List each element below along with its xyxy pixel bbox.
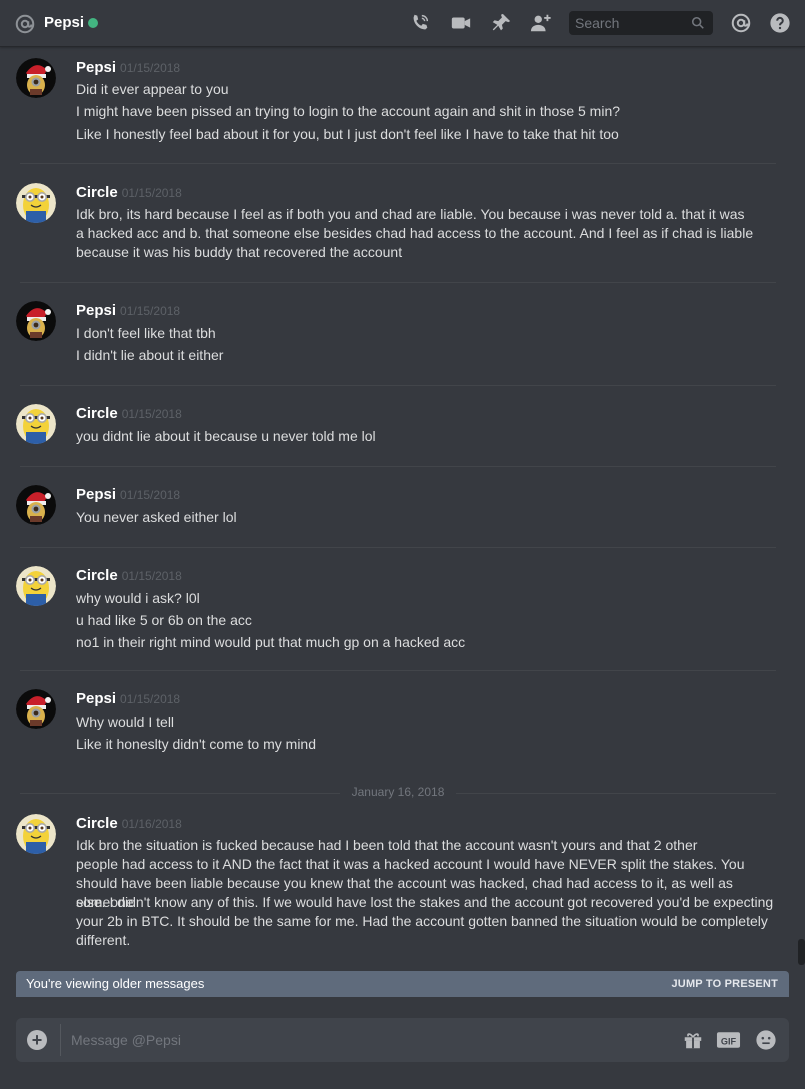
message-line: your 2b in BTC. It should be the same fo… bbox=[76, 913, 768, 929]
dm-recipient-name: Pepsi bbox=[44, 14, 85, 31]
message-separator bbox=[20, 163, 776, 164]
message-timestamp: 01/15/2018 bbox=[121, 569, 182, 583]
online-status-icon bbox=[88, 18, 98, 28]
date-divider-label: January 16, 2018 bbox=[351, 785, 445, 799]
message-author[interactable]: Circle 01/15/2018 bbox=[76, 566, 182, 586]
message-line: you didnt lie about it because u never t… bbox=[76, 428, 376, 444]
message-author[interactable]: Pepsi 01/15/2018 bbox=[76, 485, 180, 505]
minion-avatar-icon bbox=[16, 566, 56, 606]
avatar[interactable] bbox=[16, 183, 56, 223]
message-line: Did it ever appear to you bbox=[76, 81, 229, 97]
avatar[interactable] bbox=[16, 689, 56, 729]
message-timestamp: 01/15/2018 bbox=[121, 186, 182, 200]
message-line: I don't feel like that tbh bbox=[76, 325, 216, 341]
jump-to-present-button[interactable]: JUMP TO PRESENT bbox=[671, 978, 778, 990]
message-timestamp: 01/15/2018 bbox=[120, 304, 181, 318]
minion-avatar-icon bbox=[16, 404, 56, 444]
message-separator bbox=[20, 385, 776, 386]
emoji-icon[interactable] bbox=[755, 1029, 777, 1051]
message-timestamp: 01/16/2018 bbox=[121, 817, 182, 831]
pinned-messages-icon[interactable] bbox=[490, 12, 512, 34]
voice-call-icon[interactable] bbox=[409, 12, 431, 34]
svg-text:GIF: GIF bbox=[721, 1036, 737, 1046]
avatar[interactable] bbox=[16, 485, 56, 525]
message-timestamp: 01/15/2018 bbox=[120, 692, 181, 706]
pepsi-avatar-icon bbox=[16, 301, 56, 341]
message-line: else. I didn't know any of this. If we w… bbox=[76, 894, 774, 910]
upload-plus-icon[interactable]: + bbox=[27, 1030, 47, 1050]
message-author[interactable]: Circle 01/15/2018 bbox=[76, 404, 182, 424]
message-separator bbox=[20, 670, 776, 671]
gift-icon[interactable] bbox=[682, 1029, 704, 1051]
message-composer: + GIF bbox=[16, 1018, 789, 1062]
message-line: why would i ask? l0l bbox=[76, 590, 200, 606]
scrollbar-thumb[interactable] bbox=[798, 939, 805, 965]
message-line: different. bbox=[76, 932, 131, 948]
message-separator bbox=[20, 466, 776, 467]
message-line: Like it honeslty didn't come to my mind bbox=[76, 736, 317, 752]
search-input[interactable] bbox=[569, 11, 689, 35]
channel-header: Pepsi bbox=[0, 0, 805, 47]
video-call-icon[interactable] bbox=[450, 12, 472, 34]
avatar[interactable] bbox=[16, 58, 56, 98]
at-sign-icon bbox=[15, 14, 35, 34]
pepsi-avatar-icon bbox=[16, 58, 56, 98]
pepsi-avatar-icon bbox=[16, 485, 56, 525]
message-author[interactable]: Pepsi 01/15/2018 bbox=[76, 301, 180, 321]
composer-divider bbox=[60, 1024, 61, 1056]
message-line: Idk bro the situation is fucked because … bbox=[76, 837, 698, 853]
message-author[interactable]: Pepsi 01/15/2018 bbox=[76, 58, 180, 78]
message-line: a hacked acc and b. that someone else be… bbox=[76, 225, 754, 241]
message-line: no1 in their right mind would put that m… bbox=[76, 634, 466, 650]
message-line: I might have been pissed an trying to lo… bbox=[76, 103, 621, 119]
message-separator bbox=[20, 547, 776, 548]
help-icon[interactable] bbox=[769, 12, 791, 34]
message-timestamp: 01/15/2018 bbox=[121, 407, 182, 421]
message-list[interactable]: Pepsi 01/15/2018 Did it ever appear to yo… bbox=[0, 48, 805, 970]
message-line: people had access to it AND the fact tha… bbox=[76, 856, 745, 872]
message-author[interactable]: Circle 01/16/2018 bbox=[76, 814, 182, 834]
minion-avatar-icon bbox=[16, 814, 56, 854]
message-timestamp: 01/15/2018 bbox=[120, 488, 181, 502]
avatar[interactable] bbox=[16, 566, 56, 606]
add-friend-icon[interactable] bbox=[530, 12, 552, 34]
date-divider: January 16, 2018 bbox=[20, 784, 776, 804]
message-timestamp: 01/15/2018 bbox=[120, 61, 181, 75]
mentions-icon[interactable] bbox=[730, 12, 752, 34]
pepsi-avatar-icon bbox=[16, 689, 56, 729]
gif-icon[interactable]: GIF bbox=[716, 1029, 741, 1051]
message-line: Why would I tell bbox=[76, 714, 175, 730]
message-line: I didn't lie about it either bbox=[76, 347, 224, 363]
message-author[interactable]: Circle 01/15/2018 bbox=[76, 183, 182, 203]
older-messages-text: You're viewing older messages bbox=[26, 976, 205, 991]
message-author[interactable]: Pepsi 01/15/2018 bbox=[76, 689, 180, 709]
avatar[interactable] bbox=[16, 404, 56, 444]
search-bar[interactable] bbox=[569, 11, 713, 35]
avatar[interactable] bbox=[16, 814, 56, 854]
minion-avatar-icon bbox=[16, 183, 56, 223]
message-line: You never asked either lol bbox=[76, 509, 237, 525]
message-line: because it was his buddy that recovered … bbox=[76, 244, 403, 260]
search-icon bbox=[691, 16, 704, 29]
message-line: u had like 5 or 6b on the acc bbox=[76, 612, 252, 628]
message-line: Idk bro, its hard because I feel as if b… bbox=[76, 206, 745, 222]
message-line: Like I honestly feel bad about it for yo… bbox=[76, 126, 619, 142]
message-input[interactable] bbox=[71, 1018, 651, 1062]
older-messages-bar: You're viewing older messages JUMP TO PR… bbox=[16, 971, 789, 997]
avatar[interactable] bbox=[16, 301, 56, 341]
message-separator bbox=[20, 282, 776, 283]
